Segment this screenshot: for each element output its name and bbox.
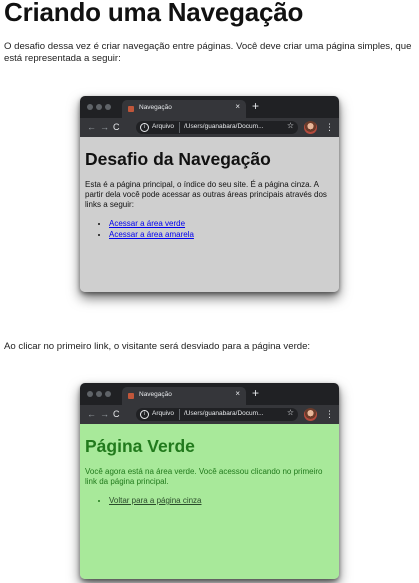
forward-arrow-icon: → xyxy=(100,409,109,419)
close-icon: × xyxy=(235,389,240,398)
gray-link-list: Acessar a área verde Acessar a área amar… xyxy=(85,218,334,240)
address-scheme: Arquivo xyxy=(152,410,175,417)
tab-bar: Navegação × + xyxy=(80,96,339,118)
favicon-icon xyxy=(128,106,134,112)
address-scheme: Arquivo xyxy=(152,123,175,130)
avatar xyxy=(304,121,317,134)
address-bar: i Arquivo /Users/guanabara/Docum... ☆ xyxy=(136,121,298,134)
link-yellow-area: Acessar a área amarela xyxy=(109,230,194,239)
browser-tab: Navegação × xyxy=(122,100,246,118)
green-link-list: Voltar para a página cinza xyxy=(85,495,334,506)
tab-title: Navegação xyxy=(139,391,172,398)
address-path: /Users/guanabara/Docum... xyxy=(184,410,264,417)
reload-icon: C xyxy=(113,122,120,132)
address-bar: i Arquivo /Users/guanabara/Docum... ☆ xyxy=(136,408,298,421)
forward-arrow-icon: → xyxy=(100,122,109,132)
window-maximize-dot xyxy=(105,104,111,110)
list-item: Acessar a área amarela xyxy=(109,229,334,240)
address-divider xyxy=(179,409,180,420)
favicon-icon xyxy=(128,393,134,399)
green-page-text: Você agora está na área verde. Você aces… xyxy=(85,467,323,486)
address-path: /Users/guanabara/Docum... xyxy=(184,123,264,130)
window-maximize-dot xyxy=(105,391,111,397)
tab-bar: Navegação × + xyxy=(80,383,339,405)
avatar xyxy=(304,408,317,421)
plus-icon: + xyxy=(252,99,260,113)
intro-paragraph: O desafio dessa vez é criar navegação en… xyxy=(4,41,412,64)
window-minimize-dot xyxy=(96,391,102,397)
link-green-area: Acessar a área verde xyxy=(109,219,186,228)
between-paragraph: Ao clicar no primeiro link, o visitante … xyxy=(4,341,311,352)
page-content-green: Página Verde Você agora está na área ver… xyxy=(80,424,339,579)
window-close-dot xyxy=(87,104,93,110)
info-icon: i xyxy=(140,123,149,132)
kebab-menu-icon: ⋮ xyxy=(325,409,334,419)
kebab-menu-icon: ⋮ xyxy=(325,122,334,132)
address-divider xyxy=(179,122,180,133)
browser-screenshot-green: Navegação × + ← → C i Arquivo /Users/gua… xyxy=(80,383,339,579)
browser-tab: Navegação × xyxy=(122,387,246,405)
list-item: Acessar a área verde xyxy=(109,218,334,229)
back-arrow-icon: ← xyxy=(87,122,96,132)
green-page-heading: Página Verde xyxy=(85,436,195,456)
star-icon: ☆ xyxy=(286,121,294,130)
plus-icon: + xyxy=(252,386,260,400)
link-back-to-gray: Voltar para a página cinza xyxy=(109,496,202,505)
list-item: Voltar para a página cinza xyxy=(109,495,334,506)
gray-page-text: Esta é a página principal, o índice do s… xyxy=(85,180,327,209)
window-close-dot xyxy=(87,391,93,397)
browser-toolbar: ← → C i Arquivo /Users/guanabara/Docum..… xyxy=(80,118,339,137)
page-title: Criando uma Navegação xyxy=(4,0,304,27)
page-content-gray: Desafio da Navegação Esta é a página pri… xyxy=(80,137,339,292)
browser-screenshot-gray: Navegação × + ← → C i Arquivo /Users/gua… xyxy=(80,96,339,292)
close-icon: × xyxy=(235,102,240,111)
window-minimize-dot xyxy=(96,104,102,110)
info-icon: i xyxy=(140,410,149,419)
browser-toolbar: ← → C i Arquivo /Users/guanabara/Docum..… xyxy=(80,405,339,424)
back-arrow-icon: ← xyxy=(87,409,96,419)
reload-icon: C xyxy=(113,409,120,419)
star-icon: ☆ xyxy=(286,408,294,417)
gray-page-heading: Desafio da Navegação xyxy=(85,149,271,169)
tab-title: Navegação xyxy=(139,104,172,111)
